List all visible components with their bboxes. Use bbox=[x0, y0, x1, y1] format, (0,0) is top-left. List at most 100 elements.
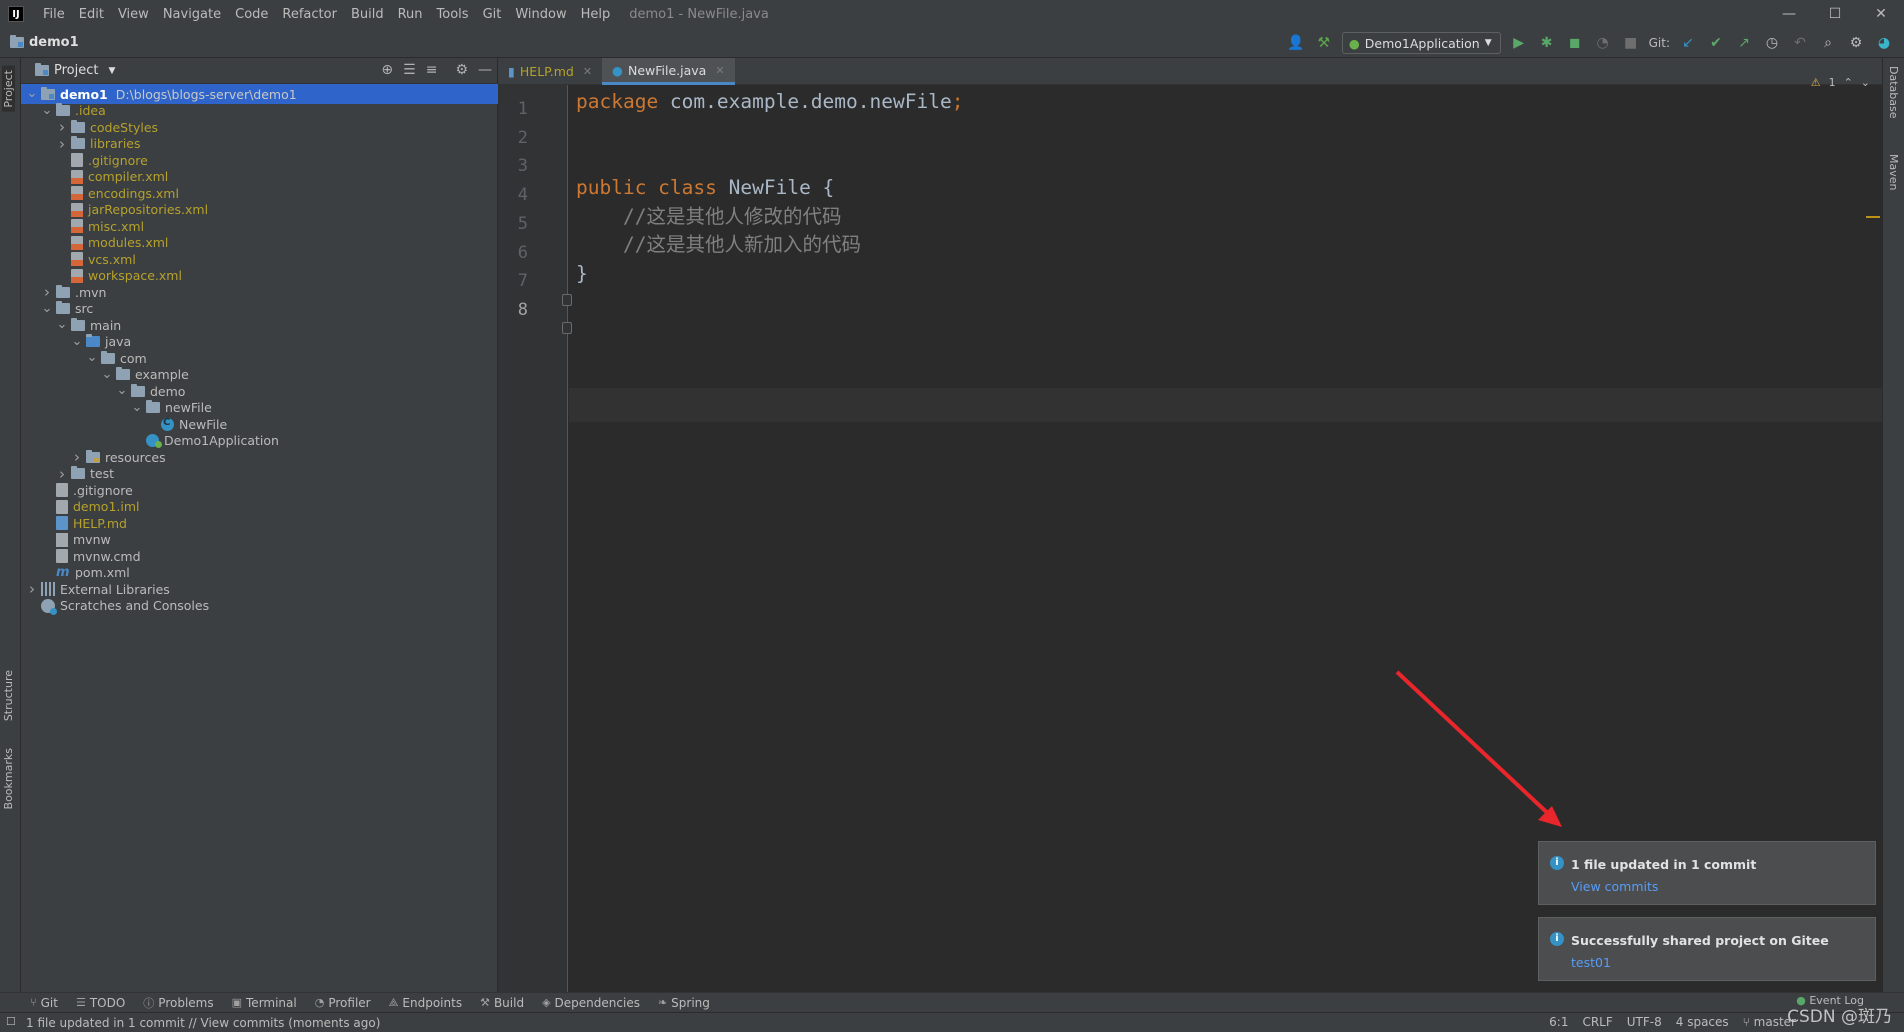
run-configuration-select[interactable]: ● Demo1Application ▼ bbox=[1341, 32, 1501, 54]
locate-target-icon[interactable]: ⊕ bbox=[381, 62, 393, 78]
editor-tab[interactable]: ▮ HELP.md ✕ bbox=[498, 58, 602, 85]
chevron-down-icon[interactable]: ⌄ bbox=[100, 368, 114, 381]
menu-code[interactable]: Code bbox=[228, 7, 275, 22]
menu-tools[interactable]: Tools bbox=[430, 7, 476, 22]
collapse-all-icon[interactable]: ≡ bbox=[426, 62, 438, 78]
tree-item-label: test bbox=[90, 466, 115, 481]
toolwindow-build[interactable]: ⚒ Build bbox=[480, 996, 524, 1010]
chevron-down-icon[interactable]: ⌄ bbox=[130, 401, 144, 414]
minimize-button[interactable]: — bbox=[1766, 0, 1812, 28]
inspection-widget[interactable]: ⚠ 1 ⌃ ⌄ bbox=[1811, 76, 1870, 89]
profiler-icon[interactable]: ◔ bbox=[1593, 33, 1613, 53]
breadcrumb-project[interactable]: demo1 bbox=[29, 35, 79, 50]
git-push-icon[interactable]: ↗ bbox=[1734, 33, 1754, 53]
hide-panel-icon[interactable]: — bbox=[478, 62, 492, 78]
toolwindow-terminal[interactable]: ▣ Terminal bbox=[232, 996, 297, 1010]
chevron-down-icon[interactable]: ⌄ bbox=[40, 104, 54, 117]
indent-setting[interactable]: 4 spaces bbox=[1676, 1015, 1729, 1029]
toolwindow-git[interactable]: ⑂ Git bbox=[30, 996, 58, 1010]
project-view-selector[interactable]: Project ▼ bbox=[35, 63, 115, 78]
menu-navigate[interactable]: Navigate bbox=[156, 7, 228, 22]
tree-item-icon bbox=[71, 169, 88, 184]
notification-gitee[interactable]: i Successfully shared project on Gitee t… bbox=[1538, 917, 1876, 981]
source-folder-icon bbox=[86, 334, 100, 347]
info-icon: i bbox=[1550, 856, 1564, 870]
run-configuration-label: Demo1Application bbox=[1364, 35, 1480, 51]
user-icon[interactable]: 👤 bbox=[1286, 33, 1306, 53]
file-encoding[interactable]: UTF-8 bbox=[1627, 1015, 1662, 1029]
menu-edit[interactable]: Edit bbox=[72, 7, 111, 22]
tree-item-label: modules.xml bbox=[88, 235, 169, 250]
run-icon[interactable]: ▶ bbox=[1509, 33, 1529, 53]
tree-item[interactable]: Scratches and Consoles bbox=[21, 596, 498, 616]
toolwindow-label: Terminal bbox=[246, 995, 297, 1010]
chevron-down-icon[interactable]: ⌄ bbox=[40, 302, 54, 315]
xml-file-icon bbox=[71, 202, 83, 217]
bookmarks-tool-tab[interactable]: Bookmarks bbox=[2, 748, 15, 809]
status-message[interactable]: 1 file updated in 1 commit // View commi… bbox=[26, 1016, 380, 1030]
build-hammer-icon[interactable]: ⚒ bbox=[1314, 33, 1334, 53]
xml-file-icon bbox=[71, 219, 83, 233]
gitee-repo-link[interactable]: test01 bbox=[1571, 955, 1611, 970]
menu-view[interactable]: View bbox=[111, 7, 156, 22]
breadcrumb[interactable]: demo1 bbox=[10, 35, 79, 50]
git-commit-icon[interactable]: ✔ bbox=[1706, 33, 1726, 53]
chevron-down-icon[interactable]: ⌄ bbox=[85, 351, 99, 364]
view-commits-link[interactable]: View commits bbox=[1571, 879, 1658, 894]
chevron-down-icon[interactable]: ⌄ bbox=[1861, 76, 1870, 89]
chevron-down-icon[interactable]: ⌄ bbox=[25, 87, 39, 100]
tree-item-icon bbox=[101, 350, 120, 364]
chevron-down-icon[interactable]: ⌄ bbox=[70, 335, 84, 348]
database-tool-tab[interactable]: Database bbox=[1887, 66, 1900, 119]
history-icon[interactable]: ◷ bbox=[1762, 33, 1782, 53]
maven-tool-tab[interactable]: Maven bbox=[1887, 154, 1900, 190]
close-button[interactable]: ✕ bbox=[1858, 0, 1904, 28]
expand-all-icon[interactable]: ☰ bbox=[403, 62, 416, 78]
stop-icon[interactable]: ■ bbox=[1621, 33, 1641, 53]
toolwindow-problems[interactable]: ⓘ Problems bbox=[143, 995, 213, 1011]
chevron-down-icon[interactable]: ⌄ bbox=[115, 384, 129, 397]
git-update-icon[interactable]: ↙ bbox=[1678, 33, 1698, 53]
menu-git[interactable]: Git bbox=[476, 7, 509, 22]
tree-item-label: jarRepositories.xml bbox=[88, 202, 209, 217]
settings-gear-icon[interactable]: ⚙ bbox=[1846, 33, 1866, 53]
toolwindow-endpoints[interactable]: ⟁ Endpoints bbox=[389, 996, 462, 1010]
project-tool-tab[interactable]: Project bbox=[2, 66, 15, 112]
rollback-icon[interactable]: ↶ bbox=[1790, 33, 1810, 53]
line-number: 7 bbox=[517, 271, 528, 292]
tree-item-label: resources bbox=[105, 449, 166, 465]
structure-tool-tab[interactable]: Structure bbox=[2, 670, 15, 721]
scrollbar-warning-marker[interactable] bbox=[1866, 216, 1880, 218]
close-tab-icon[interactable]: ✕ bbox=[583, 65, 592, 78]
status-window-icon[interactable]: ☐ bbox=[6, 1015, 16, 1028]
line-separator[interactable]: CRLF bbox=[1582, 1015, 1612, 1029]
coverage-icon[interactable]: ◼ bbox=[1565, 33, 1585, 53]
close-tab-icon[interactable]: ✕ bbox=[715, 64, 724, 77]
debug-icon[interactable]: ✱ bbox=[1537, 33, 1557, 53]
menu-run[interactable]: Run bbox=[391, 7, 430, 22]
chevron-down-icon[interactable]: ⌄ bbox=[55, 318, 69, 331]
code-with-me-icon[interactable]: ◕ bbox=[1874, 33, 1894, 53]
menu-build[interactable]: Build bbox=[344, 7, 391, 22]
chevron-up-icon[interactable]: ⌃ bbox=[1844, 76, 1853, 89]
gear-icon[interactable]: ⚙ bbox=[455, 62, 468, 78]
tree-item-icon bbox=[71, 119, 90, 133]
tree-item-icon bbox=[86, 449, 105, 463]
editor-tab[interactable]: ● NewFile.java ✕ bbox=[602, 58, 735, 85]
toolwindow-dependencies[interactable]: ◈ Dependencies bbox=[542, 996, 640, 1010]
toolwindow-profiler[interactable]: ◔ Profiler bbox=[315, 996, 371, 1010]
project-panel-title: Project bbox=[54, 63, 99, 78]
maximize-button[interactable]: ☐ bbox=[1812, 0, 1858, 28]
menu-window[interactable]: Window bbox=[508, 7, 573, 22]
toolwindow-todo[interactable]: ☰ TODO bbox=[76, 996, 125, 1010]
tree-item-label: Scratches and Consoles bbox=[60, 598, 210, 613]
menu-file[interactable]: File bbox=[36, 7, 72, 22]
menu-help[interactable]: Help bbox=[574, 7, 618, 22]
toolwindow-spring[interactable]: ❧ Spring bbox=[658, 996, 710, 1010]
menu-refactor[interactable]: Refactor bbox=[275, 7, 344, 22]
current-line-highlight bbox=[569, 388, 1882, 422]
notification-commit[interactable]: i 1 file updated in 1 commit View commit… bbox=[1538, 841, 1876, 905]
caret-position[interactable]: 6:1 bbox=[1549, 1015, 1568, 1029]
search-icon[interactable]: ⌕ bbox=[1818, 33, 1838, 53]
intellij-logo-icon: IJ bbox=[8, 6, 24, 22]
